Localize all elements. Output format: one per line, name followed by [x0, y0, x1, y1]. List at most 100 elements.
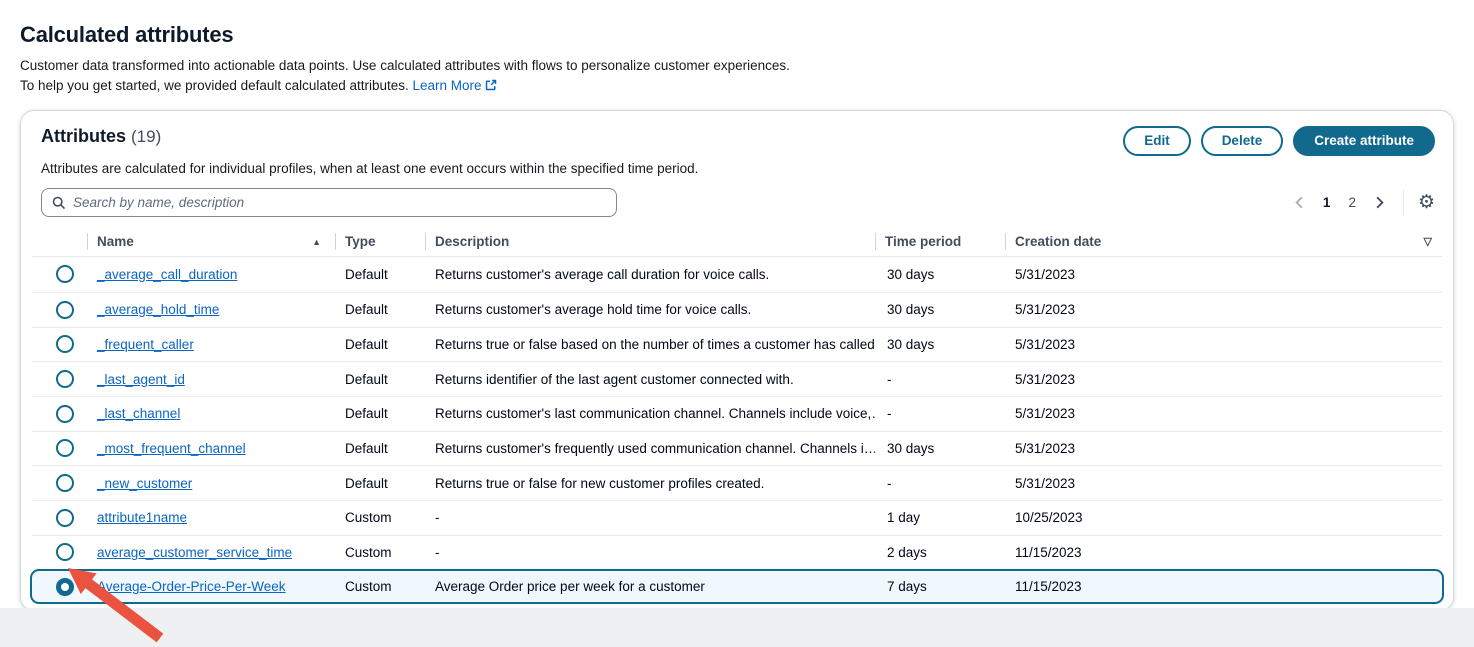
row-time-period-cell: 2 days — [875, 545, 1005, 560]
row-radio[interactable] — [56, 474, 74, 492]
attributes-table: Name ▲ Type Description Time period Crea… — [32, 227, 1442, 604]
row-creation-date-cell: 5/31/2023 — [1005, 441, 1442, 456]
row-radio[interactable] — [56, 301, 74, 319]
row-radio[interactable] — [56, 265, 74, 283]
row-creation-date-cell: 5/31/2023 — [1005, 267, 1442, 282]
attribute-name-link[interactable]: _most_frequent_channel — [97, 441, 246, 456]
row-description-cell: - — [425, 545, 875, 560]
row-selection-cell — [32, 335, 87, 353]
attribute-name-link[interactable]: _frequent_caller — [97, 337, 194, 352]
row-creation-date-cell: 11/15/2023 — [1005, 579, 1442, 594]
background-strip — [0, 608, 1474, 647]
row-radio[interactable] — [56, 578, 74, 596]
row-type-cell: Default — [335, 441, 425, 456]
row-name-cell: _most_frequent_channel — [87, 441, 335, 456]
delete-button[interactable]: Delete — [1201, 126, 1284, 156]
row-name-cell: Average-Order-Price-Per-Week — [87, 579, 335, 594]
search-input[interactable] — [73, 195, 606, 210]
row-type-cell: Default — [335, 302, 425, 317]
attribute-name-link[interactable]: _new_customer — [97, 476, 192, 491]
row-time-period-cell: 30 days — [875, 267, 1005, 282]
table-row[interactable]: _most_frequent_channel Default Returns c… — [32, 431, 1442, 466]
row-radio[interactable] — [56, 405, 74, 423]
table-row[interactable]: average_customer_service_time Custom - 2… — [32, 535, 1442, 570]
attribute-name-link[interactable]: _average_hold_time — [97, 302, 219, 317]
page-number-2[interactable]: 2 — [1342, 193, 1362, 212]
attribute-name-link[interactable]: attribute1name — [97, 510, 187, 525]
panel-title-text: Attributes — [41, 126, 126, 146]
sort-ascending-icon[interactable]: ▲ — [312, 237, 321, 247]
pagination: 1 2 ⚙ — [1288, 190, 1435, 216]
attributes-count: (19) — [131, 127, 161, 146]
header-type[interactable]: Type — [335, 227, 425, 256]
table-row[interactable]: _frequent_caller Default Returns true or… — [32, 327, 1442, 362]
filter-dropdown-icon[interactable]: ▽ — [1424, 235, 1432, 248]
page-description-line1: Customer data transformed into actionabl… — [20, 58, 790, 73]
row-creation-date-cell: 10/25/2023 — [1005, 510, 1442, 525]
row-type-cell: Default — [335, 337, 425, 352]
attribute-name-link[interactable]: average_customer_service_time — [97, 545, 292, 560]
table-row[interactable]: _new_customer Default Returns true or fa… — [32, 465, 1442, 500]
page-header: Calculated attributes Customer data tran… — [0, 0, 1474, 96]
row-description-cell: Returns customer's average call duration… — [425, 267, 875, 282]
header-selection-column — [32, 227, 87, 256]
table-row[interactable]: Average-Order-Price-Per-Week Custom Aver… — [30, 569, 1444, 604]
row-time-period-cell: 30 days — [875, 337, 1005, 352]
table-row[interactable]: attribute1name Custom - 1 day 10/25/2023 — [32, 500, 1442, 535]
row-time-period-cell: 7 days — [875, 579, 1005, 594]
attribute-name-link[interactable]: Average-Order-Price-Per-Week — [97, 579, 286, 594]
next-page-icon[interactable] — [1368, 193, 1391, 212]
panel-header: Attributes (19) Edit Delete Create attri… — [21, 111, 1453, 156]
table-header-row: Name ▲ Type Description Time period Crea… — [32, 227, 1442, 257]
header-name[interactable]: Name ▲ — [87, 227, 335, 256]
row-radio[interactable] — [56, 370, 74, 388]
row-time-period-cell: - — [875, 406, 1005, 421]
row-name-cell: _new_customer — [87, 476, 335, 491]
previous-page-icon[interactable] — [1288, 193, 1311, 212]
row-time-period-cell: 1 day — [875, 510, 1005, 525]
row-time-period-cell: - — [875, 476, 1005, 491]
row-description-cell: Average Order price per week for a custo… — [425, 579, 875, 594]
create-attribute-button[interactable]: Create attribute — [1293, 126, 1435, 156]
attribute-name-link[interactable]: _average_call_duration — [97, 267, 237, 282]
row-selection-cell — [32, 405, 87, 423]
row-creation-date-cell: 11/15/2023 — [1005, 545, 1442, 560]
header-creation-date[interactable]: Creation date ▽ — [1005, 227, 1442, 256]
row-name-cell: _last_agent_id — [87, 372, 335, 387]
page-number-1[interactable]: 1 — [1317, 193, 1337, 212]
row-type-cell: Custom — [335, 579, 425, 594]
attribute-name-link[interactable]: _last_channel — [97, 406, 180, 421]
row-name-cell: _last_channel — [87, 406, 335, 421]
edit-button[interactable]: Edit — [1123, 126, 1191, 156]
attributes-panel: Attributes (19) Edit Delete Create attri… — [20, 110, 1454, 611]
external-link-icon — [485, 77, 497, 97]
row-radio[interactable] — [56, 509, 74, 527]
row-selection-cell — [32, 509, 87, 527]
table-toolbar: 1 2 ⚙ — [21, 176, 1453, 227]
learn-more-link[interactable]: Learn More — [413, 78, 497, 93]
attribute-name-link[interactable]: _last_agent_id — [97, 372, 185, 387]
row-radio[interactable] — [56, 439, 74, 457]
row-selection-cell — [32, 439, 87, 457]
row-time-period-cell: 30 days — [875, 441, 1005, 456]
row-selection-cell — [32, 474, 87, 492]
table-row[interactable]: _last_agent_id Default Returns identifie… — [32, 361, 1442, 396]
page-title: Calculated attributes — [20, 22, 1452, 48]
row-description-cell: - — [425, 510, 875, 525]
search-box[interactable] — [41, 188, 617, 217]
header-time-period[interactable]: Time period — [875, 227, 1005, 256]
row-radio[interactable] — [56, 543, 74, 561]
row-name-cell: average_customer_service_time — [87, 545, 335, 560]
header-description[interactable]: Description — [425, 227, 875, 256]
row-creation-date-cell: 5/31/2023 — [1005, 302, 1442, 317]
column-divider — [87, 233, 88, 250]
table-row[interactable]: _average_hold_time Default Returns custo… — [32, 292, 1442, 327]
row-name-cell: _average_call_duration — [87, 267, 335, 282]
row-radio[interactable] — [56, 335, 74, 353]
table-row[interactable]: _last_channel Default Returns customer's… — [32, 396, 1442, 431]
row-creation-date-cell: 5/31/2023 — [1005, 476, 1442, 491]
column-divider — [425, 233, 426, 250]
settings-gear-icon[interactable]: ⚙ — [1418, 193, 1435, 212]
table-row[interactable]: _average_call_duration Default Returns c… — [32, 257, 1442, 292]
row-description-cell: Returns customer's frequently used commu… — [425, 441, 875, 456]
